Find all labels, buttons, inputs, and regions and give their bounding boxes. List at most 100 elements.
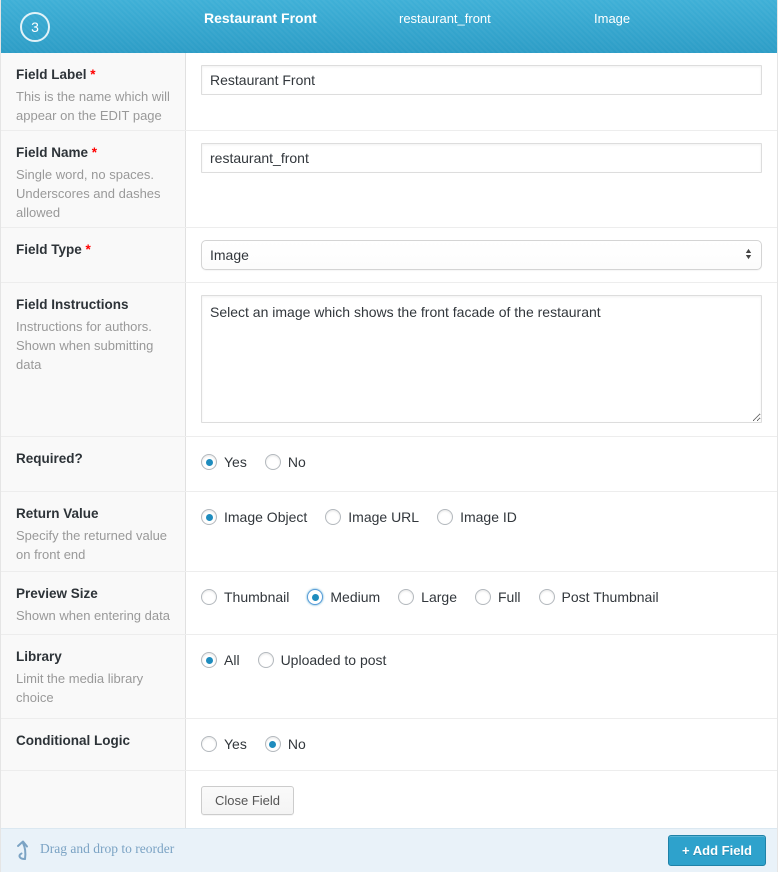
radio-unselected-icon — [325, 509, 342, 525]
field-instructions-cell: Select an image which shows the front fa… — [186, 283, 777, 436]
conditional-logic-cell: Yes No — [186, 719, 777, 770]
library-title: Library — [16, 649, 62, 664]
conditional-logic-info: Conditional Logic — [1, 719, 186, 770]
return-option-image-id[interactable]: Image ID — [437, 509, 517, 525]
field-instructions-title: Field Instructions — [16, 297, 129, 312]
radio-unselected-icon — [538, 589, 555, 605]
row-field-instructions: Field Instructions Instructions for auth… — [1, 283, 777, 437]
radio-label: Large — [421, 589, 457, 605]
row-library: Library Limit the media library choice A… — [1, 635, 777, 719]
conditional-logic-radio-group: Yes No — [201, 731, 762, 752]
close-field-button[interactable]: Close Field — [201, 786, 295, 815]
return-value-description: Specify the returned value on front end — [16, 528, 168, 562]
preview-size-title: Preview Size — [16, 586, 98, 601]
library-option-uploaded[interactable]: Uploaded to post — [257, 652, 386, 668]
preview-option-large[interactable]: Large — [398, 589, 457, 605]
field-order-number: 3 — [31, 19, 39, 35]
radio-selected-icon — [201, 454, 217, 470]
radio-label: Thumbnail — [224, 589, 290, 605]
close-field-spacer — [1, 771, 186, 828]
radio-unselected-icon — [474, 589, 491, 605]
header-field-name: restaurant_front — [399, 11, 491, 26]
close-field-cell: Close Field — [186, 771, 777, 828]
header-field-type: Image — [594, 11, 631, 26]
field-name-description: Single word, no spaces. Underscores and … — [16, 167, 161, 220]
field-name-title: Field Name * — [16, 145, 98, 160]
row-required: Required? Yes No — [1, 437, 777, 492]
preview-size-radio-group: Thumbnail Medium Large Full Post Thumbna… — [201, 584, 762, 605]
field-type-selected-value: Image — [210, 247, 249, 263]
field-type-info: Field Type * — [1, 228, 186, 282]
return-value-radio-group: Image Object Image URL Image ID — [201, 504, 762, 525]
library-radio-group: All Uploaded to post — [201, 647, 762, 668]
acf-field-editor: 3 Restaurant Front restaurant_front Imag… — [0, 0, 778, 872]
field-instructions-info: Field Instructions Instructions for auth… — [1, 283, 186, 436]
required-asterisk: * — [90, 67, 96, 82]
required-option-no[interactable]: No — [264, 454, 306, 470]
row-field-name: Field Name * Single word, no spaces. Und… — [1, 131, 777, 228]
radio-unselected-icon — [264, 454, 281, 470]
radio-label: No — [287, 454, 306, 470]
radio-label: Post Thumbnail — [561, 589, 659, 605]
return-option-image-object[interactable]: Image Object — [201, 509, 307, 525]
return-value-info: Return Value Specify the returned value … — [1, 492, 186, 571]
field-label-input[interactable] — [201, 65, 762, 95]
return-value-title: Return Value — [16, 506, 99, 521]
radio-selected-icon — [307, 589, 324, 605]
field-type-title: Field Type * — [16, 242, 91, 257]
preview-size-description: Shown when entering data — [16, 608, 170, 623]
row-field-type: Field Type * Image ▲ ▼ — [1, 228, 777, 283]
preview-option-post-thumbnail[interactable]: Post Thumbnail — [538, 589, 659, 605]
radio-label: Image ID — [460, 509, 517, 525]
select-arrows-icon: ▲ ▼ — [744, 248, 754, 261]
radio-unselected-icon — [201, 589, 217, 605]
radio-label: Image Object — [224, 509, 308, 525]
field-name-cell — [186, 131, 777, 227]
field-label-cell — [186, 53, 777, 130]
field-group-footer: Drag and drop to reorder + Add Field — [1, 828, 777, 872]
required-info: Required? — [1, 437, 186, 491]
library-description: Limit the media library choice — [16, 671, 144, 705]
reorder-hint: Drag and drop to reorder — [15, 840, 174, 861]
field-name-input[interactable] — [201, 143, 762, 173]
field-label-info: Field Label * This is the name which wil… — [1, 53, 186, 130]
radio-label: Yes — [224, 736, 247, 752]
radio-label: Yes — [224, 454, 247, 470]
radio-unselected-icon — [201, 736, 217, 752]
field-type-select[interactable]: Image ▲ ▼ — [201, 240, 762, 270]
radio-selected-icon — [264, 736, 281, 752]
preview-option-medium[interactable]: Medium — [307, 589, 380, 605]
preview-option-full[interactable]: Full — [474, 589, 521, 605]
field-header-bar[interactable]: 3 Restaurant Front restaurant_front Imag… — [1, 0, 777, 53]
radio-label: Image URL — [348, 509, 420, 525]
field-label-description: This is the name which will appear on th… — [16, 89, 170, 123]
conditional-option-yes[interactable]: Yes — [201, 736, 247, 752]
radio-unselected-icon — [257, 652, 274, 668]
radio-label: Medium — [330, 589, 381, 605]
radio-unselected-icon — [437, 509, 454, 525]
row-return-value: Return Value Specify the returned value … — [1, 492, 777, 572]
row-preview-size: Preview Size Shown when entering data Th… — [1, 572, 777, 635]
field-type-cell: Image ▲ ▼ — [186, 228, 777, 282]
field-instructions-description: Instructions for authors. Shown when sub… — [16, 319, 154, 372]
field-instructions-textarea[interactable]: Select an image which shows the front fa… — [201, 295, 762, 423]
return-option-image-url[interactable]: Image URL — [325, 509, 419, 525]
field-name-info: Field Name * Single word, no spaces. Und… — [1, 131, 186, 227]
conditional-option-no[interactable]: No — [264, 736, 306, 752]
return-value-cell: Image Object Image URL Image ID — [186, 492, 777, 571]
required-radio-group: Yes No — [201, 449, 762, 470]
radio-label: All — [224, 652, 240, 668]
radio-selected-icon — [201, 652, 217, 668]
required-option-yes[interactable]: Yes — [201, 454, 247, 470]
preview-option-thumbnail[interactable]: Thumbnail — [201, 589, 289, 605]
required-asterisk: * — [85, 242, 91, 257]
add-field-button[interactable]: + Add Field — [668, 835, 766, 866]
radio-label: Full — [497, 589, 521, 605]
header-field-label: Restaurant Front — [204, 10, 317, 26]
library-option-all[interactable]: All — [201, 652, 240, 668]
field-order-badge[interactable]: 3 — [20, 12, 50, 42]
row-close-field: Close Field — [1, 771, 777, 828]
radio-unselected-icon — [398, 589, 415, 605]
required-cell: Yes No — [186, 437, 777, 491]
conditional-logic-title: Conditional Logic — [16, 733, 130, 748]
